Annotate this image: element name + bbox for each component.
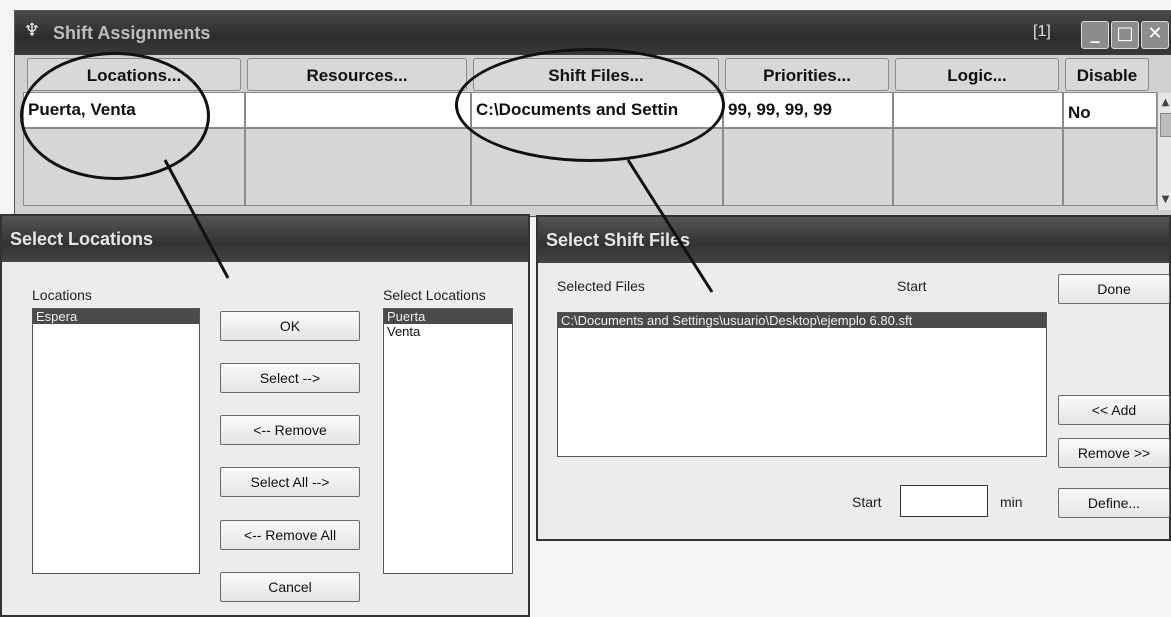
define-button[interactable]: Define... <box>1058 488 1170 518</box>
start-column-header: Start <box>897 278 927 294</box>
selected-files-label: Selected Files <box>557 278 645 294</box>
dialog-title: Select Locations <box>2 216 528 262</box>
empty-cell[interactable] <box>1063 128 1157 206</box>
select-locations-label: Select Locations <box>383 287 486 303</box>
empty-cell[interactable] <box>893 128 1063 206</box>
cell-logic[interactable] <box>893 92 1063 128</box>
list-item[interactable]: Puerta <box>384 309 512 324</box>
cell-resources[interactable] <box>245 92 471 128</box>
record-count: [1] <box>1033 23 1051 40</box>
selected-files-listbox[interactable]: C:\Documents and Settings\usuario\Deskto… <box>557 312 1047 457</box>
remove-button[interactable]: <-- Remove <box>220 415 360 445</box>
cell-disable[interactable]: No <box>1063 92 1157 128</box>
remove-file-button[interactable]: Remove >> <box>1058 438 1170 468</box>
empty-cell[interactable] <box>245 128 471 206</box>
unit-label: min <box>1000 494 1023 510</box>
annotation-ellipse <box>20 52 210 180</box>
scroll-thumb[interactable] <box>1160 113 1171 137</box>
dialog-title: Select Shift Files <box>538 217 1169 263</box>
select-all-button[interactable]: Select All --> <box>220 467 360 497</box>
vertical-scrollbar[interactable]: ▲ ▼ <box>1157 93 1171 210</box>
column-header-priorities[interactable]: Priorities... <box>725 58 889 91</box>
column-header-logic[interactable]: Logic... <box>895 58 1059 91</box>
done-button[interactable]: Done <box>1058 274 1170 304</box>
list-item[interactable]: Espera <box>33 309 199 324</box>
list-item[interactable]: Venta <box>384 324 512 339</box>
list-item[interactable]: C:\Documents and Settings\usuario\Deskto… <box>558 313 1046 328</box>
minimize-icon[interactable]: _ <box>1081 21 1109 49</box>
add-button[interactable]: << Add <box>1058 395 1170 425</box>
ok-button[interactable]: OK <box>220 311 360 341</box>
select-button[interactable]: Select --> <box>220 363 360 393</box>
start-input[interactable] <box>900 485 988 517</box>
scroll-down-icon[interactable]: ▼ <box>1158 192 1171 208</box>
column-header-disable[interactable]: Disable <box>1065 58 1149 91</box>
cell-priorities[interactable]: 99, 99, 99, 99 <box>723 92 893 128</box>
cancel-button[interactable]: Cancel <box>220 572 360 602</box>
app-icon: ♆ <box>23 20 41 41</box>
scroll-up-icon[interactable]: ▲ <box>1158 95 1171 111</box>
close-icon[interactable]: ✕ <box>1141 21 1169 49</box>
window-title: Shift Assignments <box>53 23 211 43</box>
start-label: Start <box>852 494 882 510</box>
annotation-ellipse <box>455 48 725 162</box>
locations-label: Locations <box>32 287 92 303</box>
column-header-resources[interactable]: Resources... <box>247 58 467 91</box>
empty-cell[interactable] <box>723 128 893 206</box>
remove-all-button[interactable]: <-- Remove All <box>220 520 360 550</box>
selected-locations-listbox[interactable]: Puerta Venta <box>383 308 513 574</box>
maximize-icon[interactable]: □ <box>1111 21 1139 49</box>
locations-listbox[interactable]: Espera <box>32 308 200 574</box>
